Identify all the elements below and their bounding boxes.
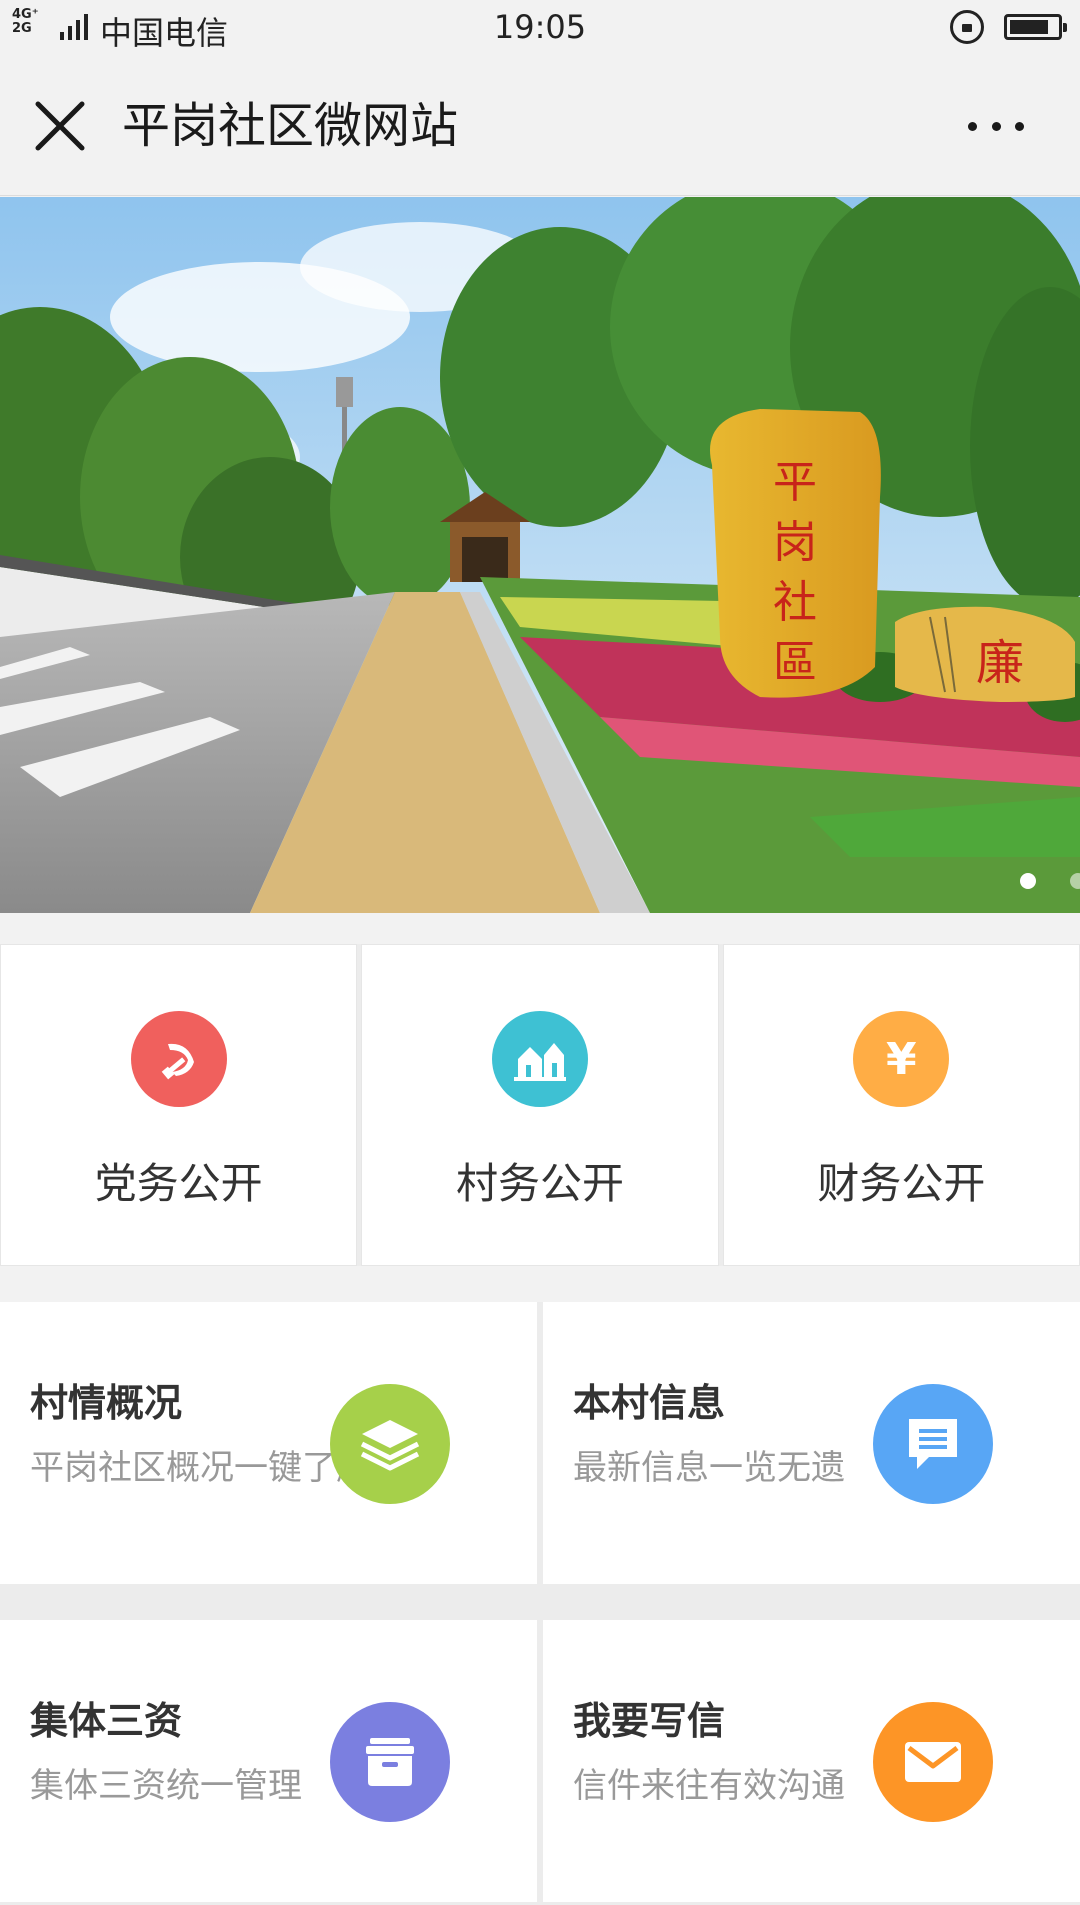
title-bar: 平岗社区微网站 [0,56,1080,196]
mail-icon [873,1702,993,1822]
page-title: 平岗社区微网站 [122,98,459,154]
layers-icon [330,1384,450,1504]
yen-icon: ¥ [853,1011,950,1107]
village-affairs-label: 村务公开 [455,1159,624,1208]
village-info-card[interactable]: 本村信息 最新信息一览无遗 [543,1302,1080,1584]
village-info-subtitle: 最新信息一览无遗 [573,1448,845,1488]
disclosure-cards: 党务公开 村务公开 ¥ 财务公开 [0,944,1080,1266]
more-icon-dot [991,121,1001,131]
clock: 19:05 [493,8,587,46]
finance-affairs-label: 财务公开 [817,1159,986,1208]
message-icon [873,1384,993,1504]
village-overview-title: 村情概况 [30,1381,183,1425]
write-letter-subtitle: 信件来往有效沟通 [573,1766,845,1806]
village-info-title: 本村信息 [573,1381,726,1425]
collective-assets-subtitle: 集体三资统一管理 [30,1766,302,1806]
village-overview-card[interactable]: 村情概况 平岗社区概况一键了解 [0,1302,537,1584]
more-icon-dot [1015,121,1024,131]
banner-carousel[interactable]: 平 岗 社 區 廉 [0,197,1080,913]
collective-assets-title: 集体三资 [30,1699,183,1743]
carousel-dot-active[interactable] [1020,873,1036,889]
write-letter-title: 我要写信 [573,1699,726,1743]
more-button[interactable] [962,102,1030,150]
small-stone-char: 廉 [976,635,1024,691]
feature-grid: 村情概况 平岗社区概况一键了解 本村信息 最新信息一览无遗 集体三资 集体三资统… [0,1302,1080,1905]
close-icon [35,101,85,151]
close-button[interactable] [30,96,90,156]
hammer-sickle-icon [130,1011,227,1107]
stone-char-3: 社 [773,577,817,628]
party-affairs-label: 党务公开 [94,1159,263,1208]
more-icon-dot [968,121,977,131]
status-bar: 4G⁺ 2G 中国电信 19:05 [0,0,1080,56]
stone-char-4: 區 [773,637,817,688]
write-letter-card[interactable]: 我要写信 信件来往有效沟通 [543,1620,1080,1902]
village-overview-subtitle: 平岗社区概况一键了解 [30,1448,370,1488]
collective-assets-card[interactable]: 集体三资 集体三资统一管理 [0,1620,537,1902]
rotation-lock-icon [950,10,984,44]
finance-affairs-card[interactable]: ¥ 财务公开 [722,944,1080,1266]
battery-icon [1004,14,1067,40]
party-affairs-card[interactable]: 党务公开 [0,944,358,1266]
village-icon [491,1011,588,1107]
village-affairs-card[interactable]: 村务公开 [361,944,719,1266]
banner-image: 平 岗 社 區 廉 [0,197,1080,913]
stone-char-2: 岗 [773,517,817,568]
carousel-dot[interactable] [1070,873,1080,889]
carousel-indicator [1020,873,1080,893]
archive-box-icon [330,1702,450,1822]
stone-char-1: 平 [773,457,817,508]
